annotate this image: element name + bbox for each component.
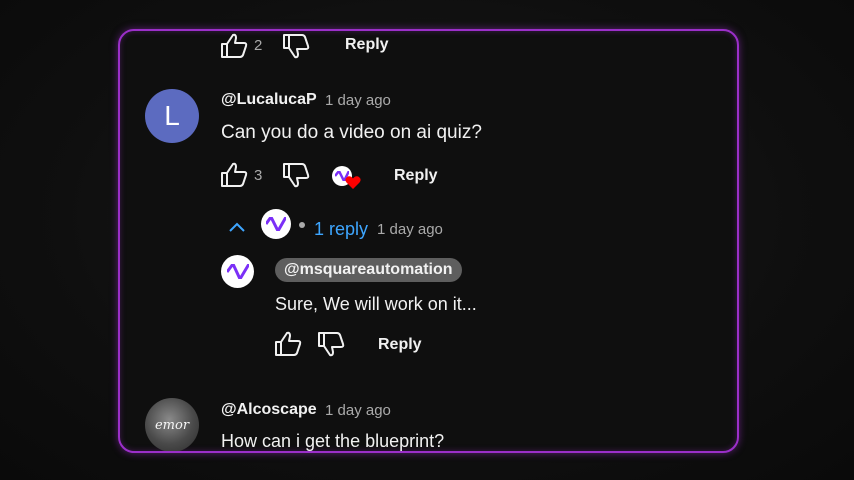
reply-text: Sure, We will work on it... [275, 294, 477, 314]
avatar[interactable]: emor [145, 398, 199, 451]
comment-timestamp[interactable]: 1 day ago [325, 92, 391, 109]
like-button[interactable] [274, 331, 302, 357]
replies-toggle[interactable]: 1 reply [314, 219, 368, 240]
like-icon [221, 33, 248, 58]
like-count: 2 [254, 37, 263, 54]
collapse-replies-button[interactable] [228, 221, 246, 233]
like-button[interactable] [220, 162, 248, 188]
comment-author[interactable]: @LucalucaP [221, 91, 317, 109]
channel-avatar[interactable] [261, 209, 291, 239]
comment-timestamp[interactable]: 1 day ago [325, 402, 391, 419]
reply-button[interactable]: Reply [394, 167, 438, 185]
dislike-button[interactable] [317, 331, 345, 357]
channel-logo-icon [266, 217, 286, 231]
like-count: 3 [254, 167, 263, 184]
creator-heart [332, 166, 364, 194]
bullet-dot [299, 222, 305, 228]
chevron-up-icon [229, 222, 245, 232]
like-icon [221, 162, 248, 187]
reply-timestamp[interactable]: 1 day ago [377, 221, 443, 238]
comment-text: How can i get the blueprint? [221, 431, 445, 451]
comment-author[interactable]: @Alcoscape [221, 401, 317, 419]
like-icon [275, 331, 302, 356]
like-button[interactable] [220, 33, 248, 59]
avatar-letter: L [164, 100, 180, 131]
avatar-logo-text: emor [154, 417, 190, 433]
dislike-icon [283, 163, 310, 188]
channel-logo-icon [226, 264, 249, 279]
creator-handle-chip[interactable]: @msquareautomation [275, 258, 462, 282]
reply-button[interactable]: Reply [378, 336, 422, 354]
dislike-button[interactable] [282, 162, 310, 188]
avatar[interactable] [221, 255, 254, 288]
dislike-icon [283, 34, 310, 59]
dislike-button[interactable] [282, 33, 310, 59]
comment-text: Can you do a video on ai quiz? [221, 122, 482, 143]
comments-panel: 2 Reply L @LucalucaP 1 day ago Can you d… [118, 29, 739, 453]
reply-button[interactable]: Reply [345, 36, 389, 54]
avatar[interactable]: L [145, 89, 199, 143]
dislike-icon [318, 332, 345, 357]
creator-heart-icon [345, 176, 361, 189]
